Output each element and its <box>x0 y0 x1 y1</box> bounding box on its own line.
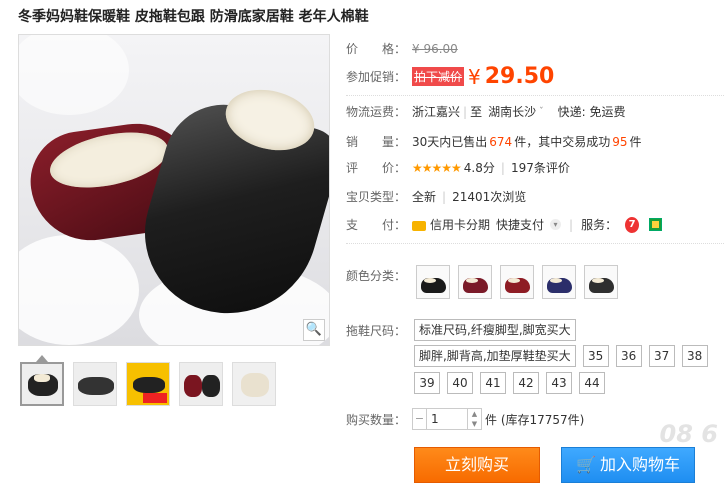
shipping-from: 浙江嘉兴 <box>412 105 461 119</box>
quantity-row: 购买数量： − ▲▼ 件 (库存17757件) <box>346 408 584 430</box>
express-fee: 快递: 免运费 <box>557 105 626 119</box>
sales-label: 销 量： <box>346 135 407 149</box>
thumbnail-4[interactable] <box>179 362 223 406</box>
color-swatch-black[interactable] <box>416 265 450 299</box>
quick-pay[interactable]: 快捷支付 <box>496 216 544 233</box>
payment-label: 支 付： <box>346 218 407 232</box>
buy-now-button[interactable]: 立刻购买 <box>414 447 540 483</box>
stock-info: 件 (库存17757件) <box>485 412 585 427</box>
color-swatch-darkgray[interactable] <box>584 265 618 299</box>
rating-score: 4.8分 <box>463 161 495 175</box>
service-label: 服务： <box>581 218 618 232</box>
watermark-logo: 08 6 <box>659 420 718 448</box>
quantity-input[interactable] <box>427 409 467 429</box>
chevron-down-icon[interactable]: ▾ <box>550 219 562 230</box>
thumbnail-1[interactable] <box>20 362 64 406</box>
promo-tag: 拍下减价 <box>412 67 465 86</box>
success-count: 95 <box>612 134 628 149</box>
main-product-image[interactable]: 🔍 <box>18 34 330 346</box>
zoom-icon[interactable]: 🔍 <box>303 319 325 341</box>
star-rating-icon: ★★★★★ <box>412 160 462 175</box>
color-options <box>416 265 618 299</box>
decrement-button[interactable]: − <box>413 409 427 429</box>
size-row-2: 脚胖,脚背高,加垫厚鞋垫买大 35 36 37 38 <box>414 345 708 367</box>
size-row-3: 39 40 41 42 43 44 <box>414 372 605 394</box>
sold-count: 674 <box>489 134 513 149</box>
shipping-to-prefix: 至 <box>470 105 483 119</box>
promo-row: 参加促销： 拍下减价 ¥ 29.50 <box>346 64 554 89</box>
credit-installment[interactable]: 信用卡分期 <box>430 216 490 233</box>
add-to-cart-button[interactable]: 🛒 加入购物车 <box>561 447 695 483</box>
size-39[interactable]: 39 <box>414 372 440 394</box>
view-count: 21401次浏览 <box>452 190 527 204</box>
guarantee-icon[interactable] <box>649 218 663 231</box>
item-type-row: 宝贝类型： 全新 | 21401次浏览 <box>346 189 527 205</box>
cart-icon: 🛒 <box>576 455 596 474</box>
review-count-link[interactable]: 197条评价 <box>511 159 570 176</box>
size-row-1: 拖鞋尺码： 标准尺码,纤瘦脚型,脚宽买大 <box>346 319 576 341</box>
thumbnail-5[interactable] <box>232 362 276 406</box>
increment-button[interactable]: ▲ ▼ <box>467 409 481 429</box>
payment-row: 支 付： 信用卡分期 快捷支付 ▾ | 服务： 7 <box>346 216 663 233</box>
size-40[interactable]: 40 <box>447 372 473 394</box>
currency-symbol: ¥ <box>468 64 481 89</box>
size-37[interactable]: 37 <box>648 345 675 367</box>
quantity-label: 购买数量： <box>346 412 407 427</box>
shipping-label: 物流运费： <box>346 105 407 119</box>
size-option-wide[interactable]: 脚胖,脚背高,加垫厚鞋垫买大 <box>414 345 576 367</box>
price-label: 价 格： <box>346 42 407 56</box>
size-option-standard[interactable]: 标准尺码,纤瘦脚型,脚宽买大 <box>414 319 576 341</box>
thumbnail-2[interactable] <box>73 362 117 406</box>
type-label: 宝贝类型： <box>346 190 407 204</box>
shipping-row: 物流运费： 浙江嘉兴 | 至 湖南长沙 ˇ 快递: 免运费 <box>346 103 626 120</box>
size-43[interactable]: 43 <box>546 372 572 394</box>
thumbnail-3[interactable] <box>126 362 170 406</box>
add-to-cart-label: 加入购物车 <box>599 455 680 474</box>
color-swatch-blue[interactable] <box>542 265 576 299</box>
size-label: 拖鞋尺码： <box>346 323 407 338</box>
rating-label: 评 价： <box>346 161 407 175</box>
seven-day-return-icon[interactable]: 7 <box>625 216 640 233</box>
size-36[interactable]: 36 <box>615 345 642 367</box>
thumbnail-strip <box>20 362 276 406</box>
size-44[interactable]: 44 <box>579 372 605 394</box>
size-35[interactable]: 35 <box>582 345 609 367</box>
quantity-stepper: − ▲▼ <box>412 408 482 430</box>
active-thumb-indicator <box>36 355 48 362</box>
size-42[interactable]: 42 <box>513 372 539 394</box>
rating-row: 评 价： ★★★★★ 4.8分 | 197条评价 <box>346 159 570 176</box>
size-41[interactable]: 41 <box>480 372 506 394</box>
original-price: ¥ 96.00 <box>412 41 458 56</box>
product-title: 冬季妈妈鞋保暖鞋 皮拖鞋包跟 防滑底家居鞋 老年人棉鞋 <box>18 9 369 25</box>
credit-card-icon <box>412 220 426 231</box>
color-label: 颜色分类： <box>346 269 407 283</box>
shipping-destination[interactable]: 湖南长沙 <box>488 103 536 120</box>
item-condition: 全新 <box>412 190 437 204</box>
color-row: 颜色分类： <box>346 265 618 299</box>
promo-label: 参加促销： <box>346 70 407 84</box>
price-row: 价 格： ¥ 96.00 <box>346 40 458 57</box>
color-swatch-red[interactable] <box>500 265 534 299</box>
color-swatch-wine[interactable] <box>458 265 492 299</box>
sales-row: 销 量： 30天内已售出 674 件，其中交易成功 95 件 <box>346 134 642 150</box>
size-38[interactable]: 38 <box>681 345 708 367</box>
current-price: 29.50 <box>484 64 555 89</box>
chevron-down-icon[interactable]: ˇ <box>539 107 544 117</box>
